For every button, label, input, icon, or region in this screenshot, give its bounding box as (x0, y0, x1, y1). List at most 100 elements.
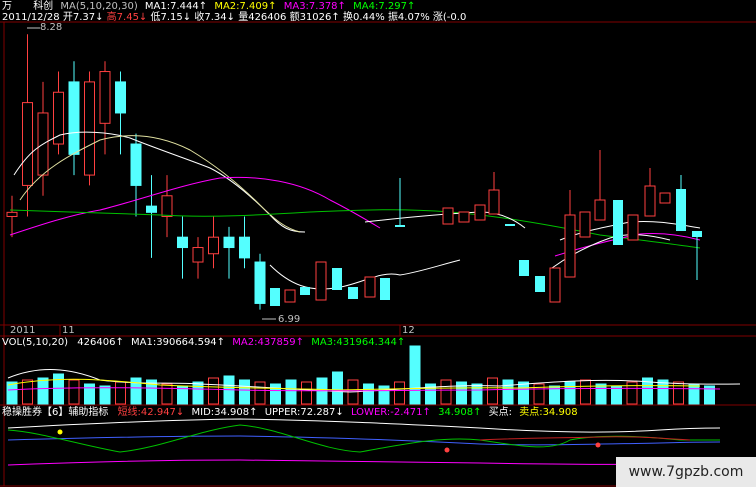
volume-panel (6, 345, 715, 405)
vol-title: VOL(5,10,20) (2, 337, 69, 348)
indicator-lines (7, 418, 721, 466)
candle-body (223, 236, 235, 249)
candle (549, 267, 561, 303)
candle (458, 211, 470, 223)
volume-bar (518, 381, 529, 405)
candle (659, 192, 671, 204)
candle-body (115, 81, 126, 114)
volume-bar (285, 379, 297, 405)
volume-bar (440, 379, 452, 405)
volume-bar (99, 385, 111, 405)
high-price-label: 8.28 (40, 22, 63, 33)
volume-bar (192, 381, 204, 405)
x-axis-label-2011: 2011 (10, 325, 36, 336)
candle (284, 289, 296, 303)
volume-bar (130, 377, 142, 405)
volume-bar (487, 377, 498, 405)
vol-value: 426406↑ (77, 337, 124, 348)
volume-bar (53, 373, 64, 405)
volume-bar (688, 383, 700, 405)
x-axis-label-11: 11 (62, 325, 75, 336)
candle-body (6, 211, 18, 217)
volume-bar (270, 383, 281, 405)
indicator-upper: UPPER:72.287↓ (264, 407, 344, 418)
candle (255, 262, 265, 296)
price-candles-right (255, 150, 702, 306)
ma1-line (13, 131, 306, 233)
volume-bar (22, 379, 33, 405)
volume-bar (115, 381, 126, 405)
indicator-title-bar: 稳操胜券【6】辅助指标 短线:42.947↓ MID:34.908↑ UPPER… (2, 407, 578, 419)
red-segment (479, 436, 691, 441)
candle-body (177, 236, 188, 249)
upper-line (7, 418, 721, 433)
indicator-lower: LOWER:-2.471↑ (350, 407, 431, 418)
buy-signal-dot (57, 429, 63, 435)
candle (519, 260, 529, 276)
candle (692, 231, 702, 237)
volume-bar (564, 381, 576, 405)
candle (644, 185, 656, 217)
ma3-line (9, 176, 381, 236)
volume-bar (394, 381, 405, 405)
candle (315, 261, 327, 301)
candle-body (192, 247, 204, 263)
vol-ma1: MA1:390664.594↑ (131, 337, 226, 348)
candle-body (22, 102, 33, 186)
indicator-sell: 卖点:34.908 (519, 407, 578, 418)
volume-bar (409, 345, 421, 405)
ma2-line (19, 135, 301, 233)
candle-body (68, 81, 80, 155)
volume-bar (580, 379, 591, 405)
sell-signal-dot (444, 447, 450, 453)
watermark: www.7gpzb.com (616, 457, 756, 487)
indicator-buy: 买点: (488, 407, 513, 418)
candle (300, 287, 310, 295)
x-axis-label-12: 12 (402, 325, 415, 336)
candle (613, 200, 623, 245)
candle (505, 224, 515, 226)
volume-bar (239, 379, 250, 405)
candle-body (239, 236, 250, 259)
volume-bar (502, 379, 514, 405)
volume-bar (161, 383, 173, 405)
low-price-label: 6.99 (278, 314, 301, 325)
candle (270, 288, 280, 306)
candle (364, 276, 376, 298)
volume-bar (84, 383, 95, 405)
vol-ma3: MA3:431964.344↑ (311, 337, 406, 348)
indicator-v5: 34.908↑ (438, 407, 482, 418)
candle (488, 189, 500, 215)
candle (332, 268, 342, 290)
candle (442, 207, 454, 225)
lower-line (7, 459, 721, 466)
candle (348, 287, 358, 299)
volume-bar (68, 379, 80, 405)
volume-bar (456, 381, 467, 405)
volume-bar (595, 383, 607, 405)
candle (676, 189, 686, 231)
candle (564, 214, 576, 278)
candle-body (84, 81, 95, 176)
candle (395, 225, 405, 227)
candle (474, 204, 486, 221)
candle (380, 278, 390, 300)
indicator-short: 短线:42.947↓ (117, 407, 185, 418)
volume-bar (332, 371, 343, 405)
volume-bar (471, 383, 483, 405)
indicator-title: 稳操胜券【6】辅助指标 (2, 407, 109, 418)
short-line (7, 424, 720, 453)
sell-signal-dot (595, 442, 601, 448)
volume-bar (363, 383, 374, 405)
volume-bar (301, 381, 312, 405)
indicator-mid: MID:34.908↑ (191, 407, 258, 418)
candle-body (99, 71, 111, 124)
volume-bar (254, 381, 266, 405)
volume-bar (37, 377, 49, 405)
volume-bar (657, 379, 669, 405)
candle-body (208, 236, 219, 255)
mid-line (7, 435, 721, 446)
vol-ma2: MA2:437859↑ (232, 337, 305, 348)
candle (594, 199, 606, 221)
candle-body (146, 205, 157, 213)
